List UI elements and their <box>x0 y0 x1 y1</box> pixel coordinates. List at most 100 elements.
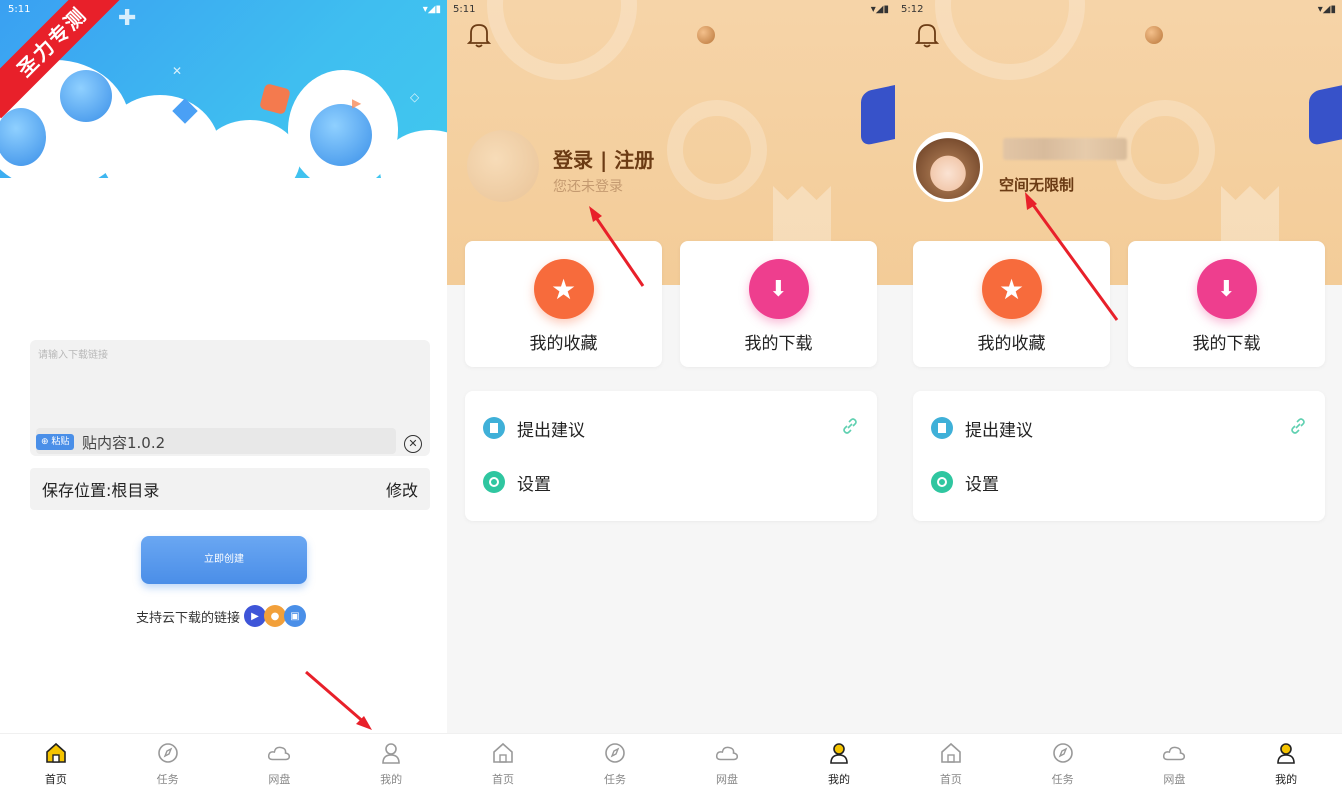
status-bar: 5:11 ▾◢▮ <box>447 0 895 18</box>
settings-label: 设置 <box>965 474 999 495</box>
downloads-card[interactable]: ⬇ 我的下载 <box>1128 241 1325 367</box>
compass-icon <box>603 741 627 765</box>
downloads-label: 我的下载 <box>1192 334 1261 354</box>
gear-icon <box>483 471 505 493</box>
link-icon <box>1289 417 1307 440</box>
downloads-card[interactable]: ⬇ 我的下载 <box>680 241 877 367</box>
compass-icon <box>1051 741 1075 765</box>
downloads-label: 我的下载 <box>744 334 813 354</box>
nav-cloud[interactable]: 网盘 <box>1119 734 1231 793</box>
video-app-icon: ▶ <box>244 605 267 627</box>
supported-links-label: 支持云下载的链接 <box>136 610 241 626</box>
status-time: 5:12 <box>901 3 924 15</box>
feedback-label: 提出建议 <box>965 420 1033 441</box>
settings-label: 设置 <box>517 474 551 495</box>
banner-play-badge <box>259 83 291 115</box>
nav-cloud[interactable]: 网盘 <box>671 734 783 793</box>
not-logged-in-text: 您还未登录 <box>553 179 623 195</box>
status-time: 5:11 <box>453 3 476 15</box>
bell-icon[interactable] <box>467 22 491 48</box>
nav-tasks-label: 任务 <box>604 772 626 786</box>
nav-cloud-label: 网盘 <box>268 772 291 786</box>
login-register-link[interactable]: 登录 | 注册 <box>553 144 654 173</box>
annotation-arrow <box>305 670 372 730</box>
status-bar: 5:12 ▾◢▮ <box>895 0 1342 18</box>
nav-tasks-label: 任务 <box>1051 772 1074 786</box>
gear-icon <box>931 471 953 493</box>
vip-tag[interactable] <box>861 83 895 147</box>
avatar-placeholder[interactable] <box>467 130 539 202</box>
user-avatar[interactable] <box>913 132 983 202</box>
bottom-nav: 首页 任务 网盘 我的 <box>895 733 1342 793</box>
edit-location-button[interactable]: 修改 <box>386 477 418 501</box>
nav-cloud[interactable]: 网盘 <box>224 734 336 793</box>
nav-home-label: 首页 <box>939 772 962 786</box>
bell-icon[interactable] <box>915 22 939 48</box>
nav-tasks-label: 任务 <box>156 772 179 786</box>
nav-mine[interactable]: 我的 <box>335 734 447 793</box>
menu-card: 提出建议 设置 <box>913 391 1325 521</box>
nav-tasks[interactable]: 任务 <box>112 734 224 793</box>
paste-button[interactable]: ⊕ 粘贴 <box>36 434 75 450</box>
favorites-label: 我的收藏 <box>529 334 598 354</box>
profile-screen-logged-out: 登录 | 注册 您还未登录 5:11 ▾◢▮ ★ 我的收藏 ⬇ 我的下载 提出建… <box>447 0 895 793</box>
cloud-icon <box>1162 741 1186 765</box>
paste-content: 贴内容1.0.2 <box>82 434 166 452</box>
feedback-row[interactable]: 提出建议 <box>483 413 859 443</box>
settings-row[interactable]: 设置 <box>931 467 1307 497</box>
feedback-label: 提出建议 <box>517 420 585 441</box>
nav-home[interactable]: 首页 <box>447 734 559 793</box>
download-icon: ⬇ <box>1196 259 1257 319</box>
decor-ring <box>667 100 767 200</box>
compass-icon <box>156 741 180 765</box>
nav-mine[interactable]: 我的 <box>1230 734 1342 793</box>
banner-ball <box>60 70 112 122</box>
cartoon-app-icon: ● <box>264 605 287 627</box>
nav-tasks[interactable]: 任务 <box>559 734 671 793</box>
vip-tag[interactable] <box>1309 83 1342 147</box>
username-blurred <box>1003 138 1127 160</box>
nav-home-label: 首页 <box>492 772 514 786</box>
decor-orb <box>697 26 715 44</box>
home-screen: ✚ ✕ ▶ ◇ 圣力专测 5:11 ▾◢▮ 请输入下载链接 ⊕ 粘贴 贴内容1.… <box>0 0 447 793</box>
status-icons: ▾◢▮ <box>870 3 889 15</box>
cloud-icon <box>267 741 291 765</box>
annotation-arrow <box>589 206 645 287</box>
profile-screen-logged-in: 空间无限制 5:12 ▾◢▮ ★ 我的收藏 ⬇ 我的下载 提出建议 设置 首页 <box>895 0 1342 793</box>
save-location-row: 保存位置:根目录 修改 <box>30 468 430 510</box>
bilibili-icon: ▣ <box>284 605 307 627</box>
home-icon <box>939 741 963 765</box>
banner-diamond-shape: ◇ <box>410 90 420 104</box>
nav-cloud-label: 网盘 <box>716 772 738 786</box>
nav-mine-label: 我的 <box>1275 772 1298 786</box>
user-icon <box>379 741 403 765</box>
feedback-icon <box>483 417 505 439</box>
nav-home[interactable]: 首页 <box>0 734 112 793</box>
favorites-label: 我的收藏 <box>977 334 1046 354</box>
download-link-input[interactable]: 请输入下载链接 ⊕ 粘贴 贴内容1.0.2 ✕ <box>30 340 430 456</box>
nav-home[interactable]: 首页 <box>895 734 1007 793</box>
decor-ring <box>1115 100 1215 200</box>
nav-cloud-label: 网盘 <box>1163 772 1186 786</box>
nav-mine[interactable]: 我的 <box>783 734 895 793</box>
home-icon <box>44 741 68 765</box>
clear-icon[interactable]: ✕ <box>404 435 422 453</box>
feedback-row[interactable]: 提出建议 <box>931 413 1307 443</box>
user-icon <box>1274 741 1298 765</box>
nav-tasks[interactable]: 任务 <box>1007 734 1119 793</box>
link-icon <box>841 417 859 440</box>
input-placeholder: 请输入下载链接 <box>38 350 108 361</box>
annotation-arrow <box>1025 192 1119 321</box>
bottom-nav: 首页 任务 网盘 我的 <box>447 733 895 793</box>
nav-mine-label: 我的 <box>828 772 850 786</box>
menu-card: 提出建议 设置 <box>465 391 877 521</box>
create-button[interactable]: 立即创建 <box>141 536 307 584</box>
home-icon <box>491 741 515 765</box>
supported-links-row: 支持云下载的链接 ▶ ● ▣ <box>136 604 307 628</box>
banner-x-shape: ✕ <box>172 64 183 78</box>
paste-label: 粘贴 <box>51 437 70 447</box>
cloud-icon <box>715 741 739 765</box>
banner-triangle-shape: ▶ <box>352 96 362 110</box>
settings-row[interactable]: 设置 <box>483 467 859 497</box>
user-icon <box>827 741 851 765</box>
